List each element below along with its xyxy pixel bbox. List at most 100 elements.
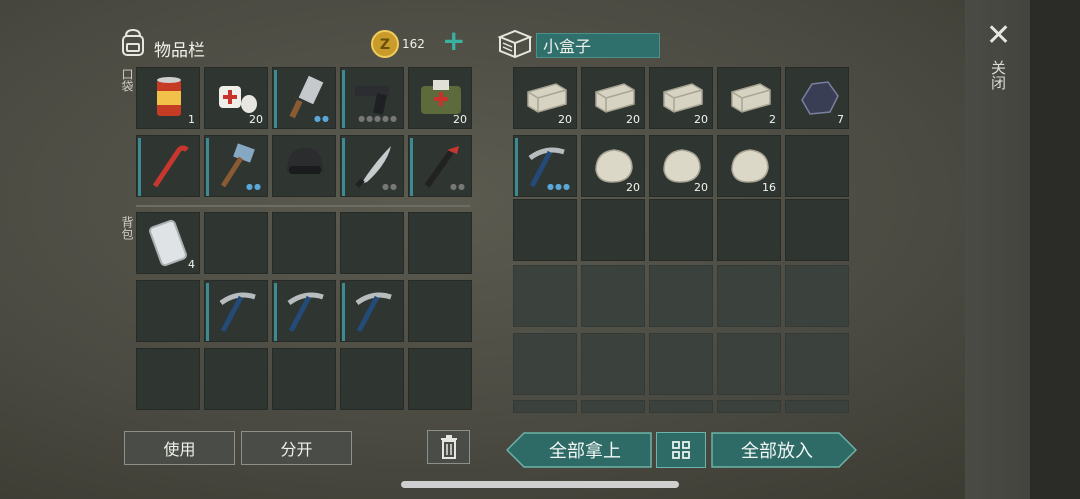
empty-slot[interactable] (581, 333, 645, 395)
item-quantity: 20 (558, 113, 572, 126)
item-slot[interactable]: 20 (408, 67, 472, 129)
item-quantity: 7 (837, 113, 844, 126)
close-label[interactable]: 关闭 (988, 60, 1009, 90)
empty-slot[interactable] (717, 199, 781, 261)
empty-slot[interactable] (717, 400, 781, 413)
trash-button[interactable] (427, 430, 470, 464)
coin-count: 162 (402, 37, 425, 51)
item-slot[interactable]: ●●●●● (340, 67, 404, 129)
empty-slot[interactable] (513, 333, 577, 395)
empty-slot[interactable] (136, 280, 200, 342)
item-slot[interactable]: ●● (204, 135, 268, 197)
durability-bar (410, 138, 413, 196)
item-slot[interactable] (340, 280, 404, 342)
empty-slot[interactable] (513, 199, 577, 261)
empty-slot[interactable] (408, 212, 472, 274)
item-quantity: 20 (626, 113, 640, 126)
durability-bar (206, 138, 209, 196)
item-slot[interactable]: 1 (136, 67, 200, 129)
split-button[interactable]: 分开 (241, 431, 352, 465)
item-slot[interactable]: 20 (513, 67, 577, 129)
smartphone-icon (149, 219, 187, 267)
empty-slot[interactable] (340, 212, 404, 274)
empty-slot[interactable] (649, 400, 713, 413)
take-all-button[interactable]: 全部拿上 (524, 432, 646, 468)
backpack-label: 背包 (120, 216, 134, 240)
crowbar-icon (152, 145, 189, 188)
item-slot[interactable] (136, 135, 200, 197)
add-coins-button[interactable]: + (442, 26, 465, 56)
item-slot[interactable] (204, 280, 268, 342)
empty-slot[interactable] (649, 265, 713, 327)
item-quantity: 16 (762, 181, 776, 194)
empty-slot[interactable] (340, 348, 404, 410)
item-quantity: 20 (694, 113, 708, 126)
empty-slot[interactable] (649, 199, 713, 261)
canned-food-icon (157, 77, 181, 116)
grid-icon (672, 441, 690, 459)
empty-slot[interactable] (785, 400, 849, 413)
item-slot[interactable]: 20 (649, 67, 713, 129)
item-slot[interactable]: 7 (785, 67, 849, 129)
empty-slot[interactable] (649, 333, 713, 395)
empty-slot[interactable] (408, 348, 472, 410)
empty-slot[interactable] (785, 199, 849, 261)
empty-slot[interactable] (408, 280, 472, 342)
home-indicator (401, 481, 679, 488)
empty-slot[interactable] (717, 333, 781, 395)
item-slot[interactable]: 20 (581, 135, 645, 197)
trash-icon (440, 435, 457, 459)
item-slot[interactable]: 16 (717, 135, 781, 197)
item-slot[interactable]: 20 (204, 67, 268, 129)
box-icon (497, 29, 533, 59)
empty-slot[interactable] (717, 265, 781, 327)
item-slot[interactable]: 20 (581, 67, 645, 129)
durability-bar (342, 283, 345, 341)
item-tier-dots: ●●● (547, 182, 571, 191)
empty-slot[interactable] (513, 265, 577, 327)
empty-slot[interactable] (785, 135, 849, 197)
item-quantity: 20 (626, 181, 640, 194)
item-slot[interactable]: 4 (136, 212, 200, 274)
close-icon[interactable]: ✕ (986, 21, 1011, 51)
pickaxe-icon (219, 292, 256, 333)
use-button[interactable]: 使用 (124, 431, 235, 465)
helmet-icon (287, 148, 323, 174)
item-slot[interactable] (272, 280, 336, 342)
section-divider (136, 205, 470, 207)
empty-slot[interactable] (581, 265, 645, 327)
container-name-field[interactable]: 小盒子 (536, 33, 660, 58)
coal-icon (801, 81, 839, 115)
item-slot[interactable]: ●●● (513, 135, 577, 197)
item-slot[interactable]: 20 (649, 135, 713, 197)
item-slot[interactable] (272, 135, 336, 197)
durability-bar (138, 138, 141, 196)
item-tier-dots: ●● (450, 182, 466, 191)
item-slot[interactable]: ●● (340, 135, 404, 197)
stone-block-icon (731, 83, 771, 113)
durability-bar (342, 70, 345, 128)
put-all-button[interactable]: 全部放入 (712, 432, 842, 468)
durability-bar (274, 283, 277, 341)
item-tier-dots: ●● (382, 182, 398, 191)
empty-slot[interactable] (204, 212, 268, 274)
svg-text:Z: Z (380, 37, 390, 53)
item-slot[interactable]: ●● (408, 135, 472, 197)
sort-button[interactable] (656, 432, 706, 468)
durability-bar (342, 138, 345, 196)
inventory-title: 物品栏 (154, 41, 205, 61)
empty-slot[interactable] (272, 348, 336, 410)
empty-slot[interactable] (204, 348, 268, 410)
item-quantity: 20 (249, 113, 263, 126)
item-slot[interactable]: 2 (717, 67, 781, 129)
empty-slot[interactable] (785, 265, 849, 327)
item-slot[interactable]: ●● (272, 67, 336, 129)
empty-slot[interactable] (581, 199, 645, 261)
pickaxe-icon (355, 292, 392, 333)
empty-slot[interactable] (581, 400, 645, 413)
empty-slot[interactable] (785, 333, 849, 395)
empty-slot[interactable] (136, 348, 200, 410)
empty-slot[interactable] (513, 400, 577, 413)
empty-slot[interactable] (272, 212, 336, 274)
durability-bar (515, 138, 518, 196)
